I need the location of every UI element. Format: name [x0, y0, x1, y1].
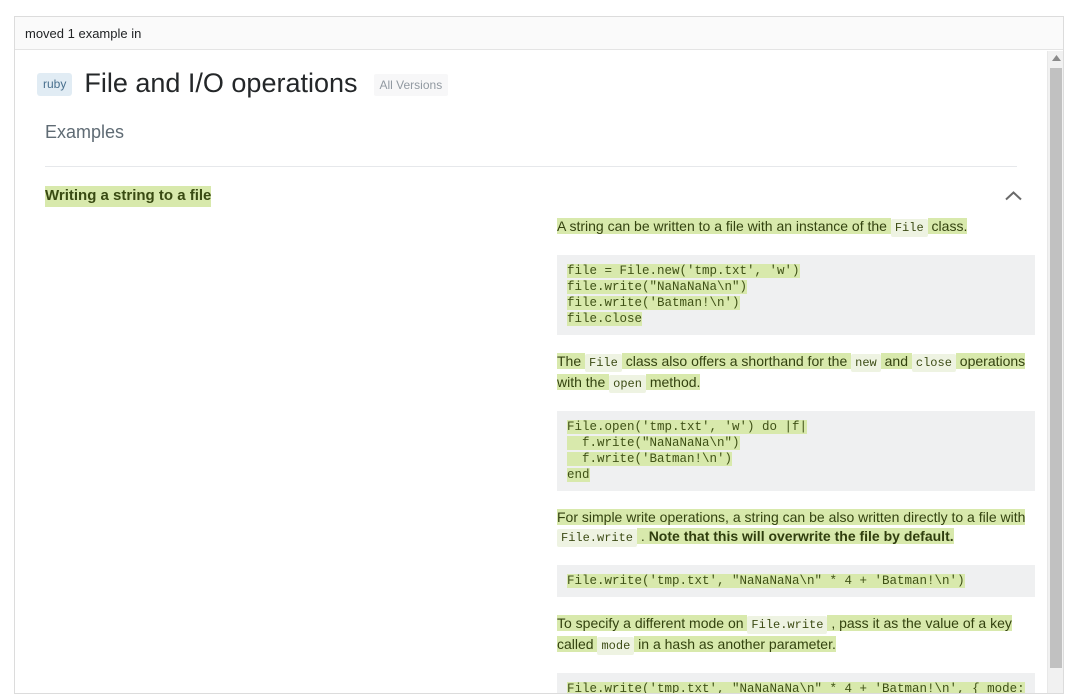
example-block: Writing a string to a file A string can … [23, 186, 1039, 693]
code-block-1-content: file = File.new('tmp.txt', 'w') file.wri… [567, 263, 800, 326]
p2-text-c: and [880, 352, 912, 369]
inline-code-file-write-2: File.write [747, 615, 828, 634]
p1-text-a: A string can be written to a file with a… [557, 217, 891, 234]
paragraph-4: To specify a different mode on File.writ… [557, 614, 1035, 656]
code-block-3-content: File.write('tmp.txt', "NaNaNaNa\n" * 4 +… [567, 573, 965, 588]
paragraph-2: The File class also offers a shorthand f… [557, 352, 1035, 394]
status-bar: moved 1 example in [15, 17, 1063, 50]
p1-text-b: class. [927, 217, 968, 234]
p4-text-a: To specify a different mode on [557, 614, 748, 631]
document-viewport[interactable]: ruby File and I/O operations All Version… [15, 51, 1047, 693]
all-versions-link[interactable]: All Versions [373, 74, 449, 96]
p2-text-e: method. [645, 373, 701, 390]
document-header: ruby File and I/O operations All Version… [37, 51, 1039, 106]
chevron-up-icon [1004, 191, 1022, 201]
inline-code-file-2: File [585, 353, 622, 372]
code-block-4-content: File.write('tmp.txt', "NaNaNaNa\n" * 4 +… [567, 681, 1025, 694]
code-block-1[interactable]: file = File.new('tmp.txt', 'w') file.wri… [557, 254, 1035, 335]
example-title[interactable]: Writing a string to a file [45, 186, 212, 207]
p3-text-a: For simple write operations, a string ca… [557, 508, 1026, 525]
p3-bold-warning: Note that this will overwrite the file b… [648, 527, 954, 544]
page-vertical-scrollbar[interactable] [1047, 51, 1063, 693]
p3-text-b: . [637, 527, 649, 544]
inline-code-open: open [609, 374, 646, 393]
collapse-example-button[interactable] [999, 182, 1027, 210]
status-message: moved 1 example in [25, 25, 142, 41]
example-right-column: A string can be written to a file with a… [557, 217, 1045, 694]
inline-code-file-write: File.write [557, 528, 638, 547]
inline-code-new: new [851, 353, 881, 372]
inline-code-close: close [911, 353, 956, 372]
content-panel: moved 1 example in ruby File and I/O ope… [14, 16, 1064, 694]
code-block-2-content: File.open('tmp.txt', 'w') do |f| f.write… [567, 419, 808, 482]
vscroll-thumb[interactable] [1050, 68, 1062, 668]
p4-text-c: in a hash as another parameter. [634, 635, 836, 652]
example-left-column [23, 217, 557, 693]
p2-text-a: The [557, 352, 586, 369]
paragraph-3: For simple write operations, a string ca… [557, 508, 1035, 548]
language-tag-ruby[interactable]: ruby [37, 73, 73, 96]
code-block-4[interactable]: File.write('tmp.txt', "NaNaNaNa\n" * 4 +… [557, 672, 1035, 694]
p2-text-b: class also offers a shorthand for the [621, 352, 852, 369]
code-block-2[interactable]: File.open('tmp.txt', 'w') do |f| f.write… [557, 410, 1035, 491]
inline-code-file: File [890, 218, 928, 237]
code-block-3[interactable]: File.write('tmp.txt', "NaNaNaNa\n" * 4 +… [557, 564, 1035, 597]
inline-code-mode: mode [597, 636, 635, 655]
section-heading-examples: Examples [45, 122, 125, 142]
paragraph-1: A string can be written to a file with a… [557, 217, 1035, 238]
section-divider [45, 166, 1017, 167]
page-title: File and I/O operations [84, 68, 358, 98]
scroll-up-arrow-icon[interactable] [1048, 51, 1063, 66]
